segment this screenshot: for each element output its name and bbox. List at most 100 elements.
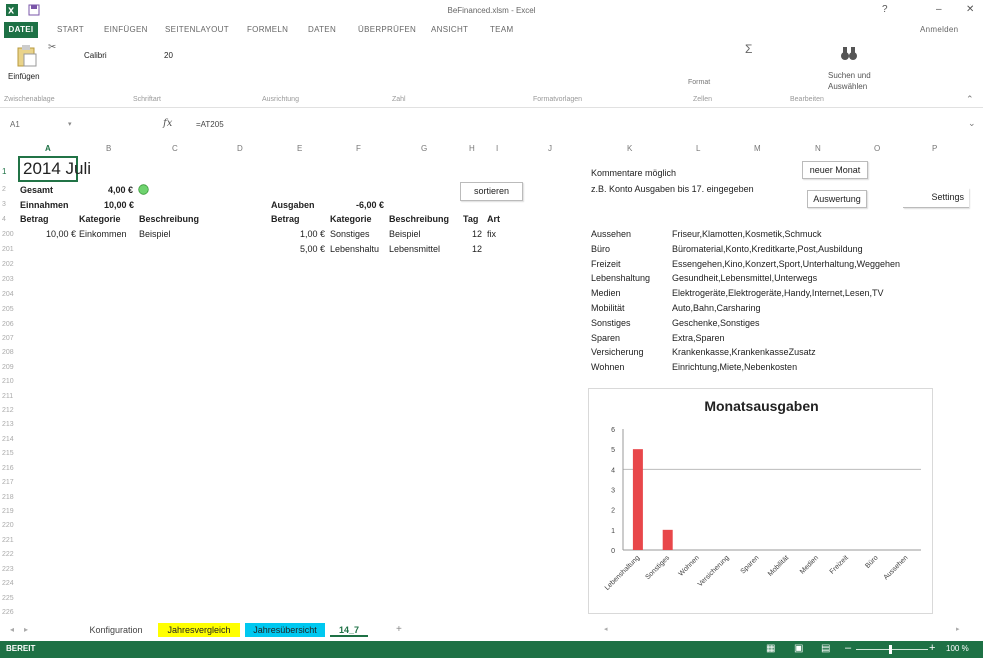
close-button[interactable]: ✕ (966, 4, 974, 15)
category-items[interactable]: Gesundheit,Lebensmittel,Unterwegs (672, 273, 817, 283)
category-name[interactable]: Büro (591, 244, 610, 254)
category-name[interactable]: Lebenshaltung (591, 273, 650, 283)
row-header[interactable]: 225 (2, 595, 16, 602)
gesamt-label[interactable]: Gesamt (20, 185, 53, 195)
row-header[interactable]: 220 (2, 522, 16, 529)
find-label-1[interactable]: Suchen und (828, 71, 871, 80)
row-header[interactable]: 2 (2, 186, 16, 193)
category-name[interactable]: Wohnen (591, 362, 624, 372)
scroll-right-icon[interactable]: ▸ (956, 625, 960, 633)
row-header[interactable]: 226 (2, 609, 16, 616)
category-name[interactable]: Aussehen (591, 229, 631, 239)
row-header[interactable]: 221 (2, 537, 16, 544)
tab-ueberpruefen[interactable]: ÜBERPRÜFEN (358, 25, 416, 34)
find-label-2[interactable]: Auswählen (828, 82, 867, 91)
expense-betrag[interactable]: 1,00 € (300, 229, 325, 239)
expense-betrag[interactable]: 5,00 € (300, 244, 325, 254)
zoom-slider[interactable] (856, 649, 928, 650)
format-label[interactable]: Format (688, 79, 710, 86)
row-header[interactable]: 212 (2, 407, 16, 414)
zoom-slider-thumb[interactable] (889, 645, 892, 654)
category-items[interactable]: Friseur,Klamotten,Kosmetik,Schmuck (672, 229, 822, 239)
col-header-m[interactable]: M (754, 144, 761, 153)
help-button[interactable]: ? (882, 4, 888, 15)
row-header[interactable]: 205 (2, 306, 16, 313)
col-header-e[interactable]: E (297, 144, 302, 153)
font-name-box[interactable]: Calibri (84, 51, 107, 60)
col-header-h[interactable]: H (469, 144, 475, 153)
col-header-f[interactable]: F (356, 144, 361, 153)
autosum-icon[interactable]: Σ (745, 42, 752, 56)
col-header-b[interactable]: B (106, 144, 111, 153)
minimize-button[interactable]: – (936, 4, 942, 15)
row-header[interactable]: 207 (2, 335, 16, 342)
row-header[interactable]: 200 (2, 231, 16, 238)
expense-beschreibung[interactable]: Beispiel (389, 229, 421, 239)
prev-sheet-icon[interactable]: ◂ (10, 625, 14, 634)
col-header-i[interactable]: I (496, 144, 498, 153)
monatsausgaben-chart[interactable]: Monatsausgaben 0 1 2 3 4 5 6 Lebenshaltung Sonst… (588, 388, 933, 614)
category-items[interactable]: Geschenke,Sonstiges (672, 318, 760, 328)
row-header[interactable]: 208 (2, 349, 16, 356)
row-header[interactable]: 209 (2, 364, 16, 371)
tab-daten[interactable]: DATEN (308, 25, 336, 34)
kommentar-example[interactable]: z.B. Konto Ausgaben bis 17. eingegeben (591, 184, 754, 194)
settings-button[interactable]: Settings (903, 188, 969, 208)
header-kategorie-right[interactable]: Kategorie (330, 214, 372, 224)
cut-icon[interactable]: ✂ (48, 42, 56, 53)
sheet-title[interactable]: 2014 Juli (23, 159, 91, 179)
sheet-tab-14-7[interactable]: 14_7 (330, 623, 368, 637)
zoom-in-icon[interactable]: + (929, 642, 935, 654)
name-box-dropdown-icon[interactable]: ▾ (68, 120, 72, 128)
tab-ansicht[interactable]: ANSICHT (431, 25, 468, 34)
normal-view-icon[interactable]: ▦ (766, 643, 775, 654)
category-name[interactable]: Freizeit (591, 259, 621, 269)
category-items[interactable]: Einrichtung,Miete,Nebenkosten (672, 362, 797, 372)
row-header[interactable]: 223 (2, 566, 16, 573)
row-header[interactable]: 202 (2, 261, 16, 268)
einnahmen-value[interactable]: 10,00 € (104, 200, 134, 210)
expand-formula-icon[interactable]: ⌄ (968, 118, 976, 129)
row-header[interactable]: 219 (2, 508, 16, 515)
row-header[interactable]: 214 (2, 436, 16, 443)
row-header[interactable]: 4 (2, 216, 16, 223)
row-header[interactable]: 210 (2, 378, 16, 385)
tab-start[interactable]: START (57, 25, 84, 34)
income-kategorie[interactable]: Einkommen (79, 229, 127, 239)
col-header-n[interactable]: N (815, 144, 821, 153)
header-betrag-left[interactable]: Betrag (20, 214, 49, 224)
row-header[interactable]: 224 (2, 580, 16, 587)
row-header[interactable]: 201 (2, 246, 16, 253)
row-header[interactable]: 1 (2, 167, 16, 176)
row-header[interactable]: 222 (2, 551, 16, 558)
row-header[interactable]: 204 (2, 291, 16, 298)
col-header-l[interactable]: L (696, 144, 700, 153)
paste-icon[interactable] (16, 44, 38, 68)
tab-seitenlayout[interactable]: SEITENLAYOUT (165, 25, 229, 34)
row-header[interactable]: 218 (2, 494, 16, 501)
formula-input[interactable]: =AT205 (196, 120, 224, 129)
collapse-ribbon-icon[interactable]: ⌃ (966, 94, 974, 105)
category-name[interactable]: Versicherung (591, 347, 644, 357)
category-name[interactable]: Mobilität (591, 303, 625, 313)
page-layout-view-icon[interactable]: ▣ (794, 643, 803, 654)
expense-kategorie[interactable]: Sonstiges (330, 229, 370, 239)
expense-kategorie[interactable]: Lebenshaltu (330, 244, 388, 254)
paste-label[interactable]: Einfügen (8, 72, 40, 81)
row-header[interactable]: 3 (2, 201, 16, 208)
name-box[interactable]: A1 (10, 120, 20, 129)
auswertung-button[interactable]: Auswertung (807, 190, 867, 208)
col-header-g[interactable]: G (421, 144, 427, 153)
scroll-left-icon[interactable]: ◂ (604, 625, 608, 633)
find-binoculars-icon[interactable] (840, 46, 858, 62)
kommentare-note[interactable]: Kommentare möglich (591, 168, 676, 178)
fx-icon[interactable]: fx (163, 118, 172, 129)
col-header-a[interactable]: A (45, 144, 51, 153)
tab-formeln[interactable]: FORMELN (247, 25, 288, 34)
tab-datei[interactable]: DATEI (4, 22, 38, 38)
expense-tag[interactable]: 12 (472, 229, 482, 239)
col-header-o[interactable]: O (874, 144, 880, 153)
expense-art[interactable]: fix (487, 229, 496, 239)
row-header[interactable]: 211 (2, 393, 16, 400)
header-betrag-right[interactable]: Betrag (271, 214, 300, 224)
